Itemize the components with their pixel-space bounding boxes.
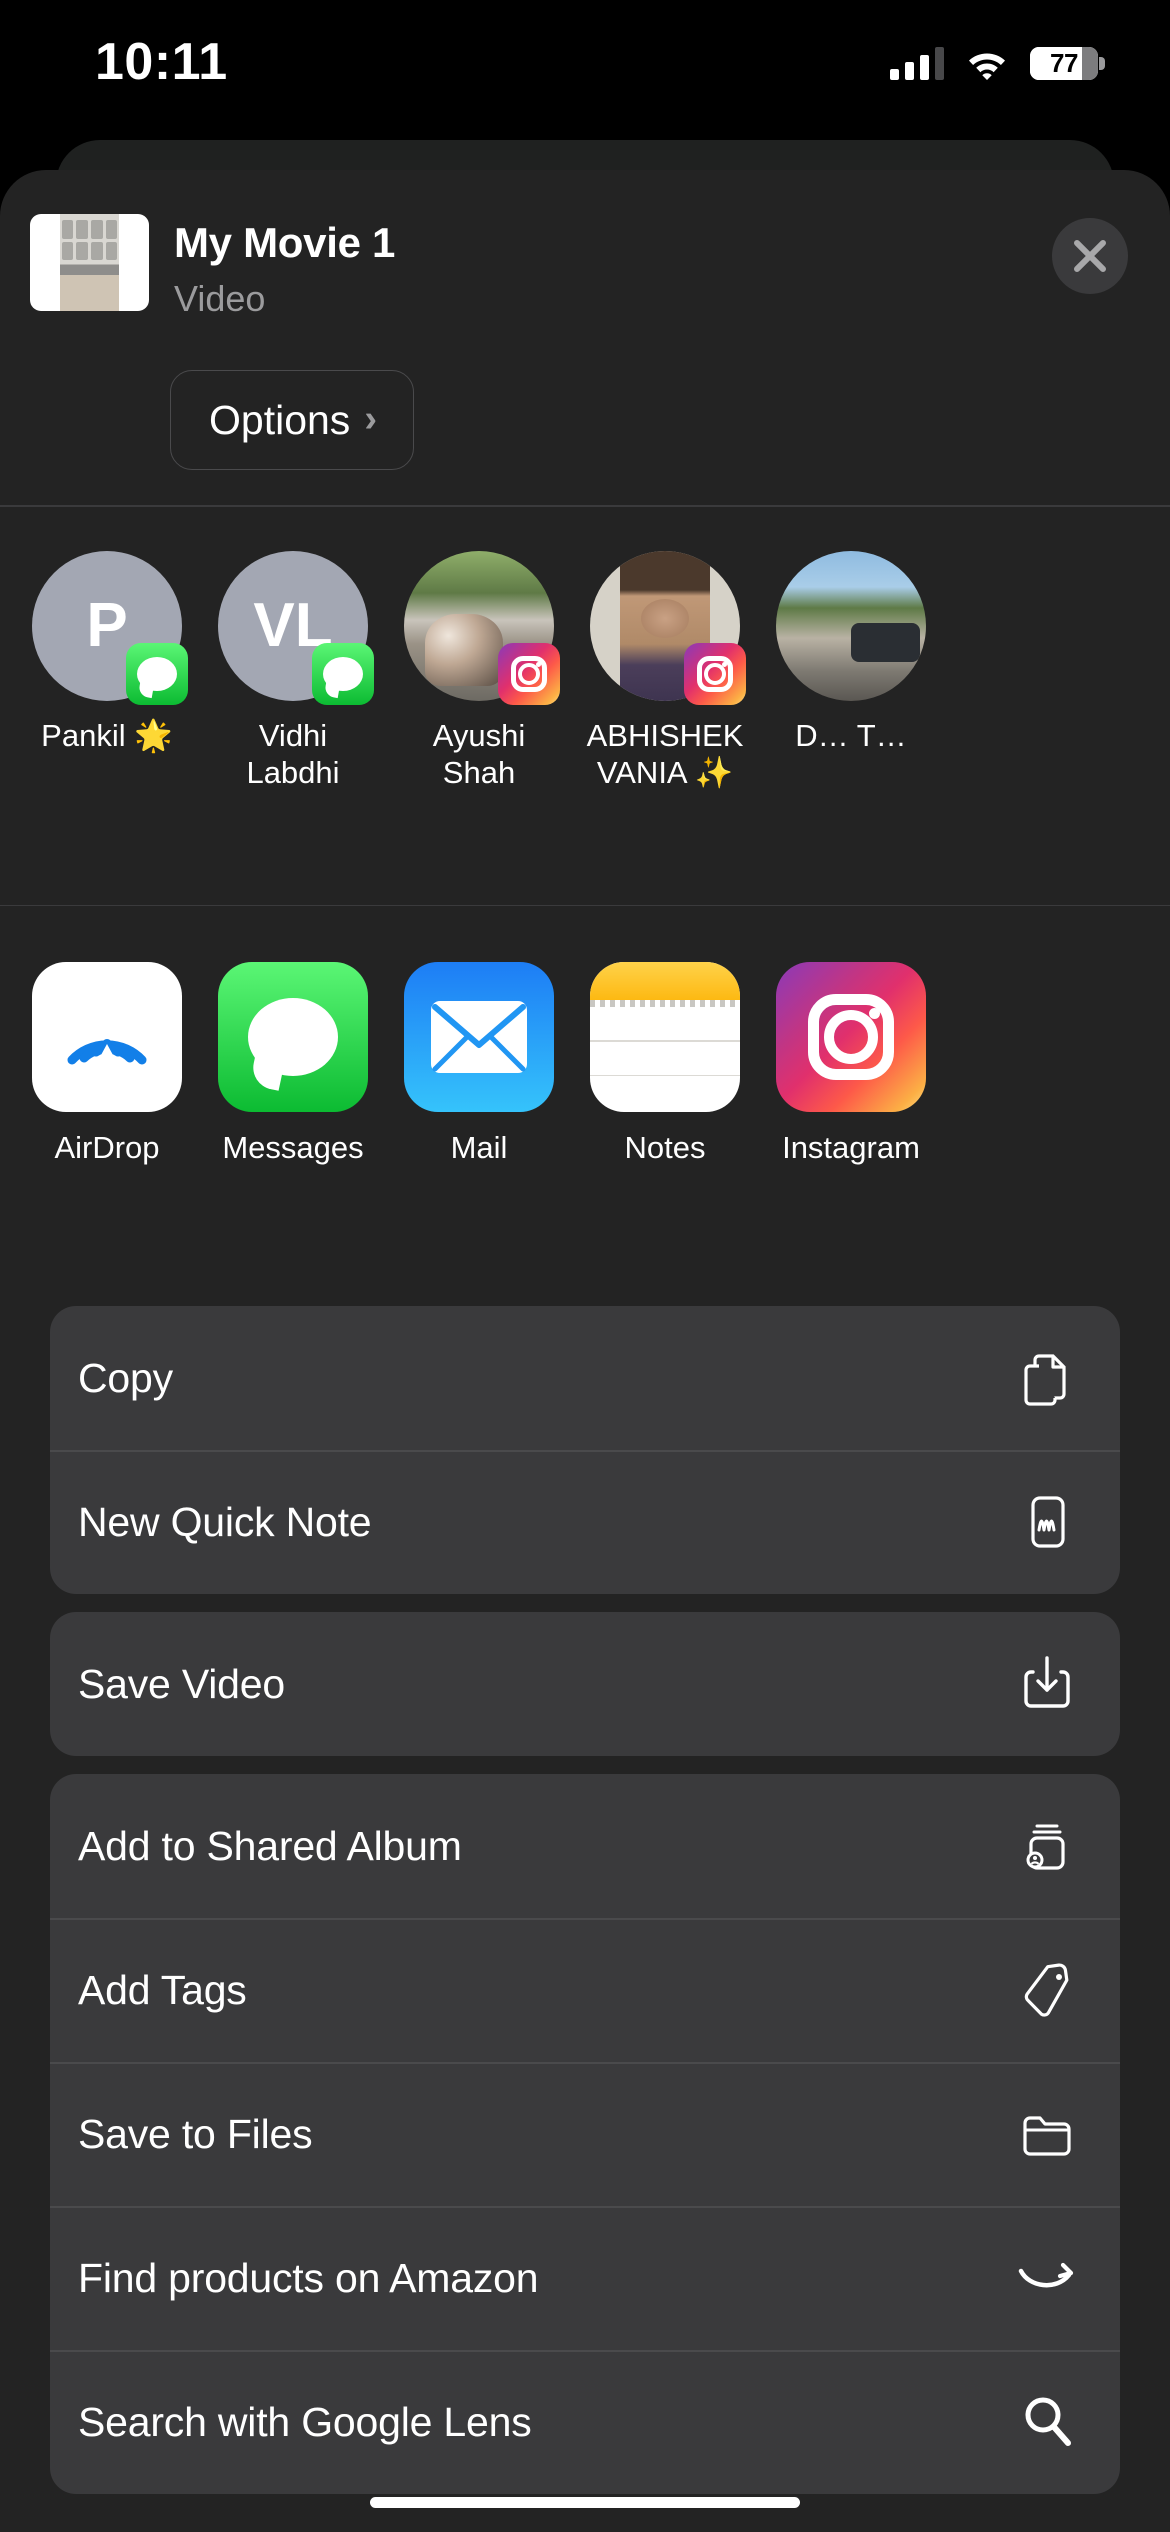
- options-button-label: Options: [209, 396, 351, 443]
- amazon-smile-icon: [1016, 2247, 1078, 2309]
- app-item-airdrop[interactable]: AirDrop: [24, 962, 190, 1166]
- contact-name: Vidhi Labdhi: [246, 717, 340, 791]
- contact-item[interactable]: Ayushi Shah: [396, 550, 562, 793]
- cellular-signal-icon: [890, 46, 944, 80]
- home-indicator: [370, 2497, 800, 2508]
- action-row-save-to-files[interactable]: Save to Files: [50, 2062, 1120, 2206]
- instagram-icon: [776, 962, 926, 1112]
- action-row-new-quick-note[interactable]: New Quick Note: [50, 1450, 1120, 1594]
- messages-badge-icon: [126, 642, 188, 705]
- avatar: [590, 550, 746, 705]
- quick-note-icon: [1016, 1491, 1078, 1553]
- save-download-icon: [1016, 1653, 1078, 1715]
- notes-icon: [590, 962, 740, 1112]
- avatar: [404, 550, 560, 705]
- action-group: Save Video: [50, 1612, 1120, 1756]
- action-label: Add Tags: [78, 1966, 247, 2013]
- battery-percent-label: 77: [1050, 48, 1078, 78]
- shared-album-icon: [1016, 1815, 1078, 1877]
- app-label: AirDrop: [54, 1130, 160, 1165]
- action-label: Search with Google Lens: [78, 2398, 532, 2445]
- messages-badge-icon: [312, 642, 374, 705]
- action-label: Save Video: [78, 1660, 285, 1707]
- action-row-save-video[interactable]: Save Video: [50, 1612, 1120, 1756]
- magnifying-glass-icon: [1016, 2391, 1078, 2453]
- action-list: Copy New Quick Note Save Video Add to Sh…: [0, 1306, 1170, 2494]
- battery-icon: 77: [1030, 47, 1105, 80]
- wifi-icon: [966, 48, 1008, 80]
- share-sheet: My Movie 1 Video Options › P Pankil 🌟 VL…: [0, 170, 1170, 2532]
- action-label: Copy: [78, 1354, 173, 1401]
- status-bar: 10:11 77: [0, 0, 1170, 120]
- action-label: Find products on Amazon: [78, 2254, 539, 2301]
- folder-icon: [1016, 2103, 1078, 2165]
- contact-name: Pankil 🌟: [41, 717, 173, 753]
- contact-item[interactable]: P Pankil 🌟: [24, 550, 190, 755]
- close-icon: [1074, 240, 1106, 272]
- app-label: Notes: [624, 1130, 706, 1165]
- action-row-search-with-google-lens[interactable]: Search with Google Lens: [50, 2350, 1120, 2494]
- app-item-instagram[interactable]: Instagram: [768, 962, 934, 1166]
- video-thumbnail[interactable]: [30, 214, 149, 311]
- avatar: VL: [218, 550, 374, 705]
- contact-item[interactable]: ABHISHEK VANIA ✨: [582, 550, 748, 793]
- app-item-mail[interactable]: Mail: [396, 962, 562, 1166]
- app-item-messages[interactable]: Messages: [210, 962, 376, 1166]
- contact-item[interactable]: VL Vidhi Labdhi: [210, 550, 376, 793]
- instagram-badge-icon: [684, 642, 746, 705]
- action-row-copy[interactable]: Copy: [50, 1306, 1120, 1450]
- contact-item[interactable]: D… T…: [768, 550, 934, 755]
- contact-name: ABHISHEK VANIA ✨: [586, 717, 744, 791]
- action-group: Add to Shared Album Add Tags Save to Fil…: [50, 1774, 1120, 2494]
- app-label: Messages: [222, 1130, 364, 1165]
- chevron-right-icon: ›: [364, 397, 377, 440]
- avatar: P: [32, 550, 188, 705]
- app-label: Instagram: [782, 1130, 920, 1165]
- action-label: Add to Shared Album: [78, 1822, 462, 1869]
- action-label: New Quick Note: [78, 1498, 372, 1545]
- item-title: My Movie 1: [174, 219, 396, 266]
- app-label: Mail: [450, 1130, 508, 1165]
- instagram-badge-icon: [498, 642, 560, 705]
- close-button[interactable]: [1052, 218, 1128, 294]
- contact-name: D… T…: [795, 717, 907, 753]
- tag-icon: [1016, 1959, 1078, 2021]
- status-bar-indicators: 77: [890, 46, 1105, 80]
- action-row-find-products-on-amazon[interactable]: Find products on Amazon: [50, 2206, 1120, 2350]
- action-group: Copy New Quick Note: [50, 1306, 1120, 1594]
- item-subtitle: Video: [174, 278, 266, 319]
- avatar: [776, 550, 926, 701]
- action-label: Save to Files: [78, 2110, 313, 2157]
- contact-name: Ayushi Shah: [432, 717, 526, 791]
- messages-icon: [218, 962, 368, 1112]
- copy-documents-icon: [1016, 1347, 1078, 1409]
- share-sheet-header: My Movie 1 Video Options ›: [0, 170, 1170, 505]
- action-row-add-tags[interactable]: Add Tags: [50, 1918, 1120, 2062]
- share-sheet-screen: 10:11 77 My Movie 1 Video Options › P Pa…: [0, 0, 1170, 2532]
- status-bar-time: 10:11: [95, 33, 228, 91]
- airdrop-icon: [32, 962, 182, 1112]
- action-row-add-to-shared-album[interactable]: Add to Shared Album: [50, 1774, 1120, 1918]
- app-item-notes[interactable]: Notes: [582, 962, 748, 1166]
- avatar-photo: [776, 550, 926, 701]
- contacts-row[interactable]: P Pankil 🌟 VL Vidhi Labdhi Ayushi Shah A…: [0, 507, 1170, 905]
- options-button[interactable]: Options ›: [170, 370, 414, 470]
- mail-icon: [404, 962, 554, 1112]
- apps-row[interactable]: AirDrop Messages Mail Notes Instagram: [0, 906, 1170, 1306]
